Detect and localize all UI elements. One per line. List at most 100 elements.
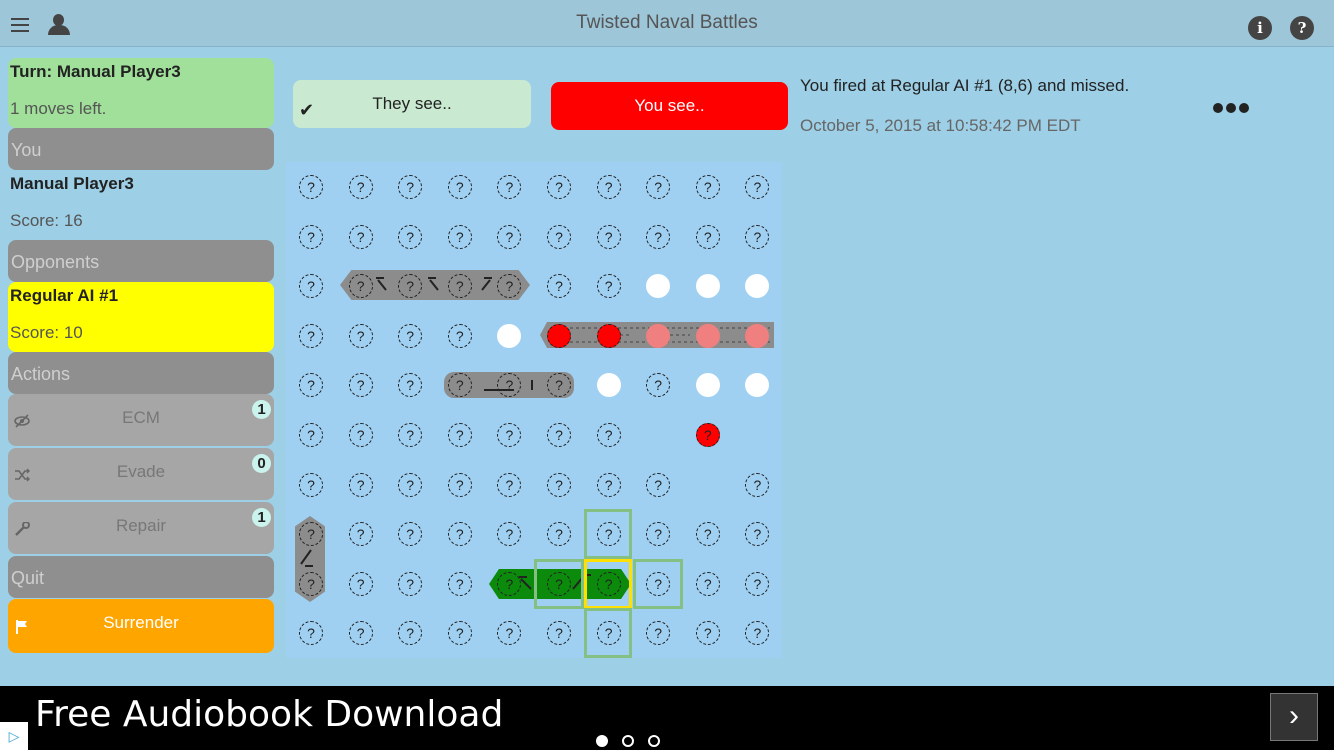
board-cell[interactable]: ? [584,460,634,510]
help-icon[interactable]: ? [1290,16,1314,40]
you-see-button[interactable]: You see.. [551,82,788,130]
board-cell[interactable]: ? [683,212,733,262]
ad-next-button[interactable]: › [1270,693,1318,741]
board-cell[interactable] [683,311,733,361]
they-see-button[interactable]: ✔ They see.. [293,80,531,128]
board-cell[interactable]: ? [633,360,683,410]
board-cell[interactable]: ? [286,509,336,559]
board-cell[interactable]: ? [484,410,534,460]
board-cell[interactable]: ? [584,608,634,658]
board-cell[interactable]: ? [385,162,435,212]
board-cell[interactable]: ? [732,212,782,262]
board-cell[interactable]: ? [385,311,435,361]
board-cell[interactable]: ? [534,410,584,460]
board-cell[interactable]: ? [435,608,485,658]
board-cell[interactable]: ? [385,559,435,609]
opponent-box[interactable]: Regular AI #1 Score: 10 [8,282,274,352]
game-board[interactable]: ????????????????????????????????????????… [286,162,782,658]
repair-button[interactable]: Repair 1 [8,502,274,554]
board-cell[interactable]: ? [336,261,386,311]
board-cell[interactable]: ? [435,261,485,311]
board-cell[interactable] [683,360,733,410]
board-cell[interactable]: ? [683,410,733,460]
board-cell[interactable]: ? [286,608,336,658]
board-cell[interactable]: ? [732,509,782,559]
board-cell[interactable] [633,261,683,311]
more-icon[interactable] [1213,100,1252,118]
board-cell[interactable]: ? [683,162,733,212]
board-cell[interactable]: ? [584,212,634,262]
board-cell[interactable]: ? [633,608,683,658]
board-cell[interactable]: ? [336,509,386,559]
board-cell[interactable]: ? [435,360,485,410]
board-cell[interactable]: ? [435,162,485,212]
board-cell[interactable]: ? [683,559,733,609]
board-cell[interactable]: ? [683,509,733,559]
board-cell[interactable]: ? [484,509,534,559]
board-cell[interactable]: ? [336,360,386,410]
board-cell[interactable]: ? [385,460,435,510]
board-cell[interactable]: ? [385,608,435,658]
board-cell[interactable]: ? [385,261,435,311]
board-cell[interactable] [683,261,733,311]
board-cell[interactable]: ? [336,460,386,510]
board-cell[interactable]: ? [336,311,386,361]
board-cell[interactable]: ? [286,559,336,609]
board-cell[interactable]: ? [286,162,336,212]
board-cell[interactable] [584,360,634,410]
board-cell[interactable] [633,311,683,361]
evade-button[interactable]: Evade 0 [8,448,274,500]
board-cell[interactable]: ? [435,559,485,609]
board-cell[interactable]: ? [584,559,634,609]
board-cell[interactable]: ? [484,212,534,262]
board-cell[interactable]: ? [584,261,634,311]
board-cell[interactable]: ? [336,559,386,609]
board-cell[interactable]: ? [484,460,534,510]
board-cell[interactable] [683,460,733,510]
board-cell[interactable]: ? [435,410,485,460]
board-cell[interactable]: ? [484,360,534,410]
board-cell[interactable]: ? [633,460,683,510]
board-cell[interactable]: ? [584,410,634,460]
board-cell[interactable]: ? [732,559,782,609]
board-cell[interactable]: ? [534,162,584,212]
board-cell[interactable]: ? [336,162,386,212]
board-cell[interactable]: ? [534,460,584,510]
board-cell[interactable]: ? [534,559,584,609]
board-cell[interactable] [732,360,782,410]
board-cell[interactable]: ? [633,212,683,262]
board-cell[interactable]: ? [385,509,435,559]
board-cell[interactable]: ? [484,608,534,658]
board-cell[interactable]: ? [732,162,782,212]
board-cell[interactable]: ? [385,410,435,460]
board-cell[interactable]: ? [286,460,336,510]
board-cell[interactable]: ? [286,261,336,311]
board-cell[interactable]: ? [336,410,386,460]
ad-choices-icon[interactable]: ▷ [0,722,28,750]
board-cell[interactable]: ? [484,559,534,609]
board-cell[interactable] [484,311,534,361]
board-cell[interactable]: ? [286,212,336,262]
board-cell[interactable]: ? [584,162,634,212]
board-cell[interactable]: ? [484,261,534,311]
ad-banner[interactable]: ▷ Free Audiobook Download › [0,686,1334,750]
info-icon[interactable]: i [1248,16,1272,40]
board-cell[interactable]: ? [435,212,485,262]
board-cell[interactable]: ? [534,212,584,262]
board-cell[interactable]: ? [435,509,485,559]
board-cell[interactable]: ? [286,410,336,460]
board-cell[interactable] [732,410,782,460]
surrender-button[interactable]: Surrender [8,599,274,653]
board-cell[interactable]: ? [286,360,336,410]
board-cell[interactable]: ? [435,311,485,361]
ad-text[interactable]: Free Audiobook Download [35,694,503,735]
board-cell[interactable] [584,311,634,361]
board-cell[interactable] [534,311,584,361]
board-cell[interactable]: ? [683,608,733,658]
board-cell[interactable]: ? [435,460,485,510]
board-cell[interactable]: ? [584,509,634,559]
board-cell[interactable]: ? [336,212,386,262]
board-cell[interactable]: ? [484,162,534,212]
board-cell[interactable]: ? [286,311,336,361]
board-cell[interactable] [732,261,782,311]
